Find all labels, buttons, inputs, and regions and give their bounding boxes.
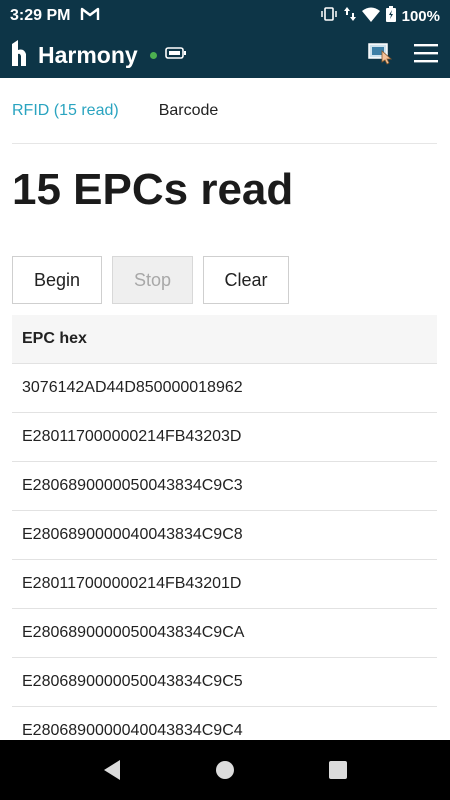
status-time: 3:29 PM: [10, 7, 71, 24]
action-buttons: Begin Stop Clear: [12, 256, 289, 304]
table-row: E2806890000050043834C9CA: [12, 609, 437, 658]
gmail-icon: [80, 6, 100, 27]
table-row: E2806890000050043834C9C5: [12, 658, 437, 707]
back-icon[interactable]: [56, 759, 169, 781]
battery-icon: [385, 6, 396, 26]
menu-icon[interactable]: [414, 42, 438, 69]
tap-scan-icon[interactable]: [368, 41, 394, 70]
tab-rfid[interactable]: RFID (15 read): [12, 102, 119, 120]
connection-status-dot: [149, 51, 157, 59]
wifi-icon: [361, 7, 380, 26]
tab-barcode[interactable]: Barcode: [159, 102, 219, 120]
battery-percent: 100%: [401, 7, 440, 25]
epc-table: EPC hex 3076142AD44D850000018962 E280117…: [12, 315, 437, 756]
tab-bar: RFID (15 read) Barcode: [12, 78, 437, 144]
clear-button[interactable]: Clear: [203, 256, 289, 304]
system-nav-bar: [0, 740, 450, 800]
table-row: E2806890000040043834C9C8: [12, 511, 437, 560]
vibrate-icon: [320, 6, 338, 26]
table-header: EPC hex: [12, 315, 437, 364]
app-bar: Harmony: [0, 32, 450, 78]
table-row: E280117000000214FB43201D: [12, 560, 437, 609]
recents-icon[interactable]: [282, 760, 395, 780]
page-title: 15 EPCs read: [12, 165, 294, 214]
data-arrows-icon: [343, 6, 356, 26]
status-bar: 3:29 PM 100%: [0, 0, 450, 32]
table-row: 3076142AD44D850000018962: [12, 364, 437, 413]
app-title: Harmony: [38, 41, 138, 68]
table-row: E280117000000214FB43203D: [12, 413, 437, 462]
harmony-logo-icon: [10, 39, 28, 71]
table-row: E2806890000050043834C9C3: [12, 462, 437, 511]
home-icon[interactable]: [169, 760, 282, 780]
stop-button[interactable]: Stop: [112, 256, 193, 304]
begin-button[interactable]: Begin: [12, 256, 102, 304]
reader-battery-icon[interactable]: [164, 46, 187, 64]
